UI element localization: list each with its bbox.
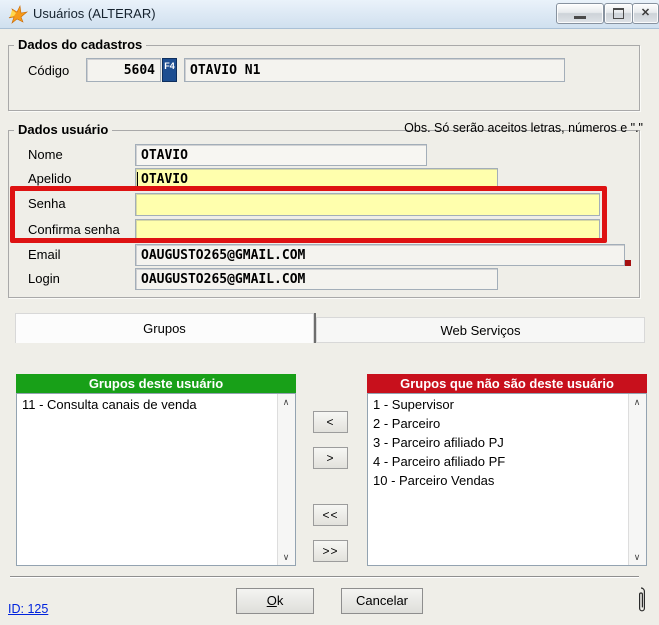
app-fox-icon xyxy=(8,5,28,24)
maximize-icon xyxy=(613,8,624,19)
nonmember-list-scrollbar[interactable]: ∧ ∨ xyxy=(628,394,646,565)
obs-note: Obs. Só serão aceitos letras, números e … xyxy=(404,121,643,135)
codigo-label: Código xyxy=(28,63,69,78)
confirma-senha-input[interactable] xyxy=(135,219,600,242)
email-label: Email xyxy=(28,247,61,262)
move-right-all-button[interactable]: >> xyxy=(313,540,348,562)
titlebar[interactable]: Usuários (ALTERAR) ✕ xyxy=(0,0,659,29)
apelido-input[interactable] xyxy=(135,168,498,190)
login-label: Login xyxy=(28,271,60,286)
cadastro-nome-display[interactable] xyxy=(184,58,565,82)
confirma-senha-label: Confirma senha xyxy=(28,222,120,237)
member-groups-listbox[interactable]: 11 - Consulta canais de venda ∧ ∨ xyxy=(16,393,296,566)
nonmember-groups-list: 1 - Supervisor2 - Parceiro3 - Parceiro a… xyxy=(368,394,629,565)
list-item[interactable]: 3 - Parceiro afiliado PJ xyxy=(368,433,629,452)
scroll-up-icon[interactable]: ∧ xyxy=(278,394,294,410)
paperclip-icon xyxy=(634,584,648,620)
f4-lookup-button[interactable]: F4 xyxy=(162,58,177,82)
list-item[interactable]: 11 - Consulta canais de venda xyxy=(17,395,278,414)
scroll-down-icon[interactable]: ∨ xyxy=(278,549,294,565)
list-item[interactable]: 2 - Parceiro xyxy=(368,414,629,433)
annotation-artifact-dot xyxy=(625,260,631,266)
scroll-up-icon[interactable]: ∧ xyxy=(629,394,645,410)
list-item[interactable]: 4 - Parceiro afiliado PF xyxy=(368,452,629,471)
move-right-one-button[interactable]: > xyxy=(313,447,348,469)
maximize-button[interactable] xyxy=(604,3,633,24)
tab-divider xyxy=(314,313,316,343)
ok-button[interactable]: Ok xyxy=(236,588,314,614)
nome-input[interactable] xyxy=(135,144,427,166)
close-icon: ✕ xyxy=(641,8,650,19)
member-groups-header: Grupos deste usuário xyxy=(16,374,296,393)
nonmember-groups-listbox[interactable]: 1 - Supervisor2 - Parceiro3 - Parceiro a… xyxy=(367,393,647,566)
member-groups-list: 11 - Consulta canais de venda xyxy=(17,394,278,565)
move-left-all-button[interactable]: << xyxy=(313,504,348,526)
email-input[interactable] xyxy=(135,244,625,266)
tab-web-servicos[interactable]: Web Serviços xyxy=(316,317,645,343)
window-title: Usuários (ALTERAR) xyxy=(33,0,156,27)
minimize-button[interactable] xyxy=(556,3,604,24)
list-item[interactable]: 10 - Parceiro Vendas xyxy=(368,471,629,490)
senha-input[interactable] xyxy=(135,193,600,216)
scroll-down-icon[interactable]: ∨ xyxy=(629,549,645,565)
text-caret xyxy=(137,172,138,186)
nonmember-groups-header: Grupos que não são deste usuário xyxy=(367,374,647,393)
record-id-link[interactable]: ID: 125 xyxy=(8,602,48,616)
tab-grupos[interactable]: Grupos xyxy=(15,313,314,343)
codigo-input[interactable] xyxy=(86,58,161,82)
close-button[interactable]: ✕ xyxy=(632,3,659,24)
nome-label: Nome xyxy=(28,147,63,162)
usuarios-alterar-window: Usuários (ALTERAR) ✕ Dados do cadastros … xyxy=(0,0,659,625)
senha-label: Senha xyxy=(28,196,66,211)
footer-divider xyxy=(10,576,639,578)
groupbox-cadastros-label: Dados do cadastros xyxy=(14,37,146,52)
groupbox-usuario-label: Dados usuário xyxy=(14,122,112,137)
minimize-icon xyxy=(574,16,586,19)
member-list-scrollbar[interactable]: ∧ ∨ xyxy=(277,394,295,565)
move-left-one-button[interactable]: < xyxy=(313,411,348,433)
cancel-button[interactable]: Cancelar xyxy=(341,588,423,614)
login-input[interactable] xyxy=(135,268,498,290)
list-item[interactable]: 1 - Supervisor xyxy=(368,395,629,414)
apelido-label: Apelido xyxy=(28,171,71,186)
